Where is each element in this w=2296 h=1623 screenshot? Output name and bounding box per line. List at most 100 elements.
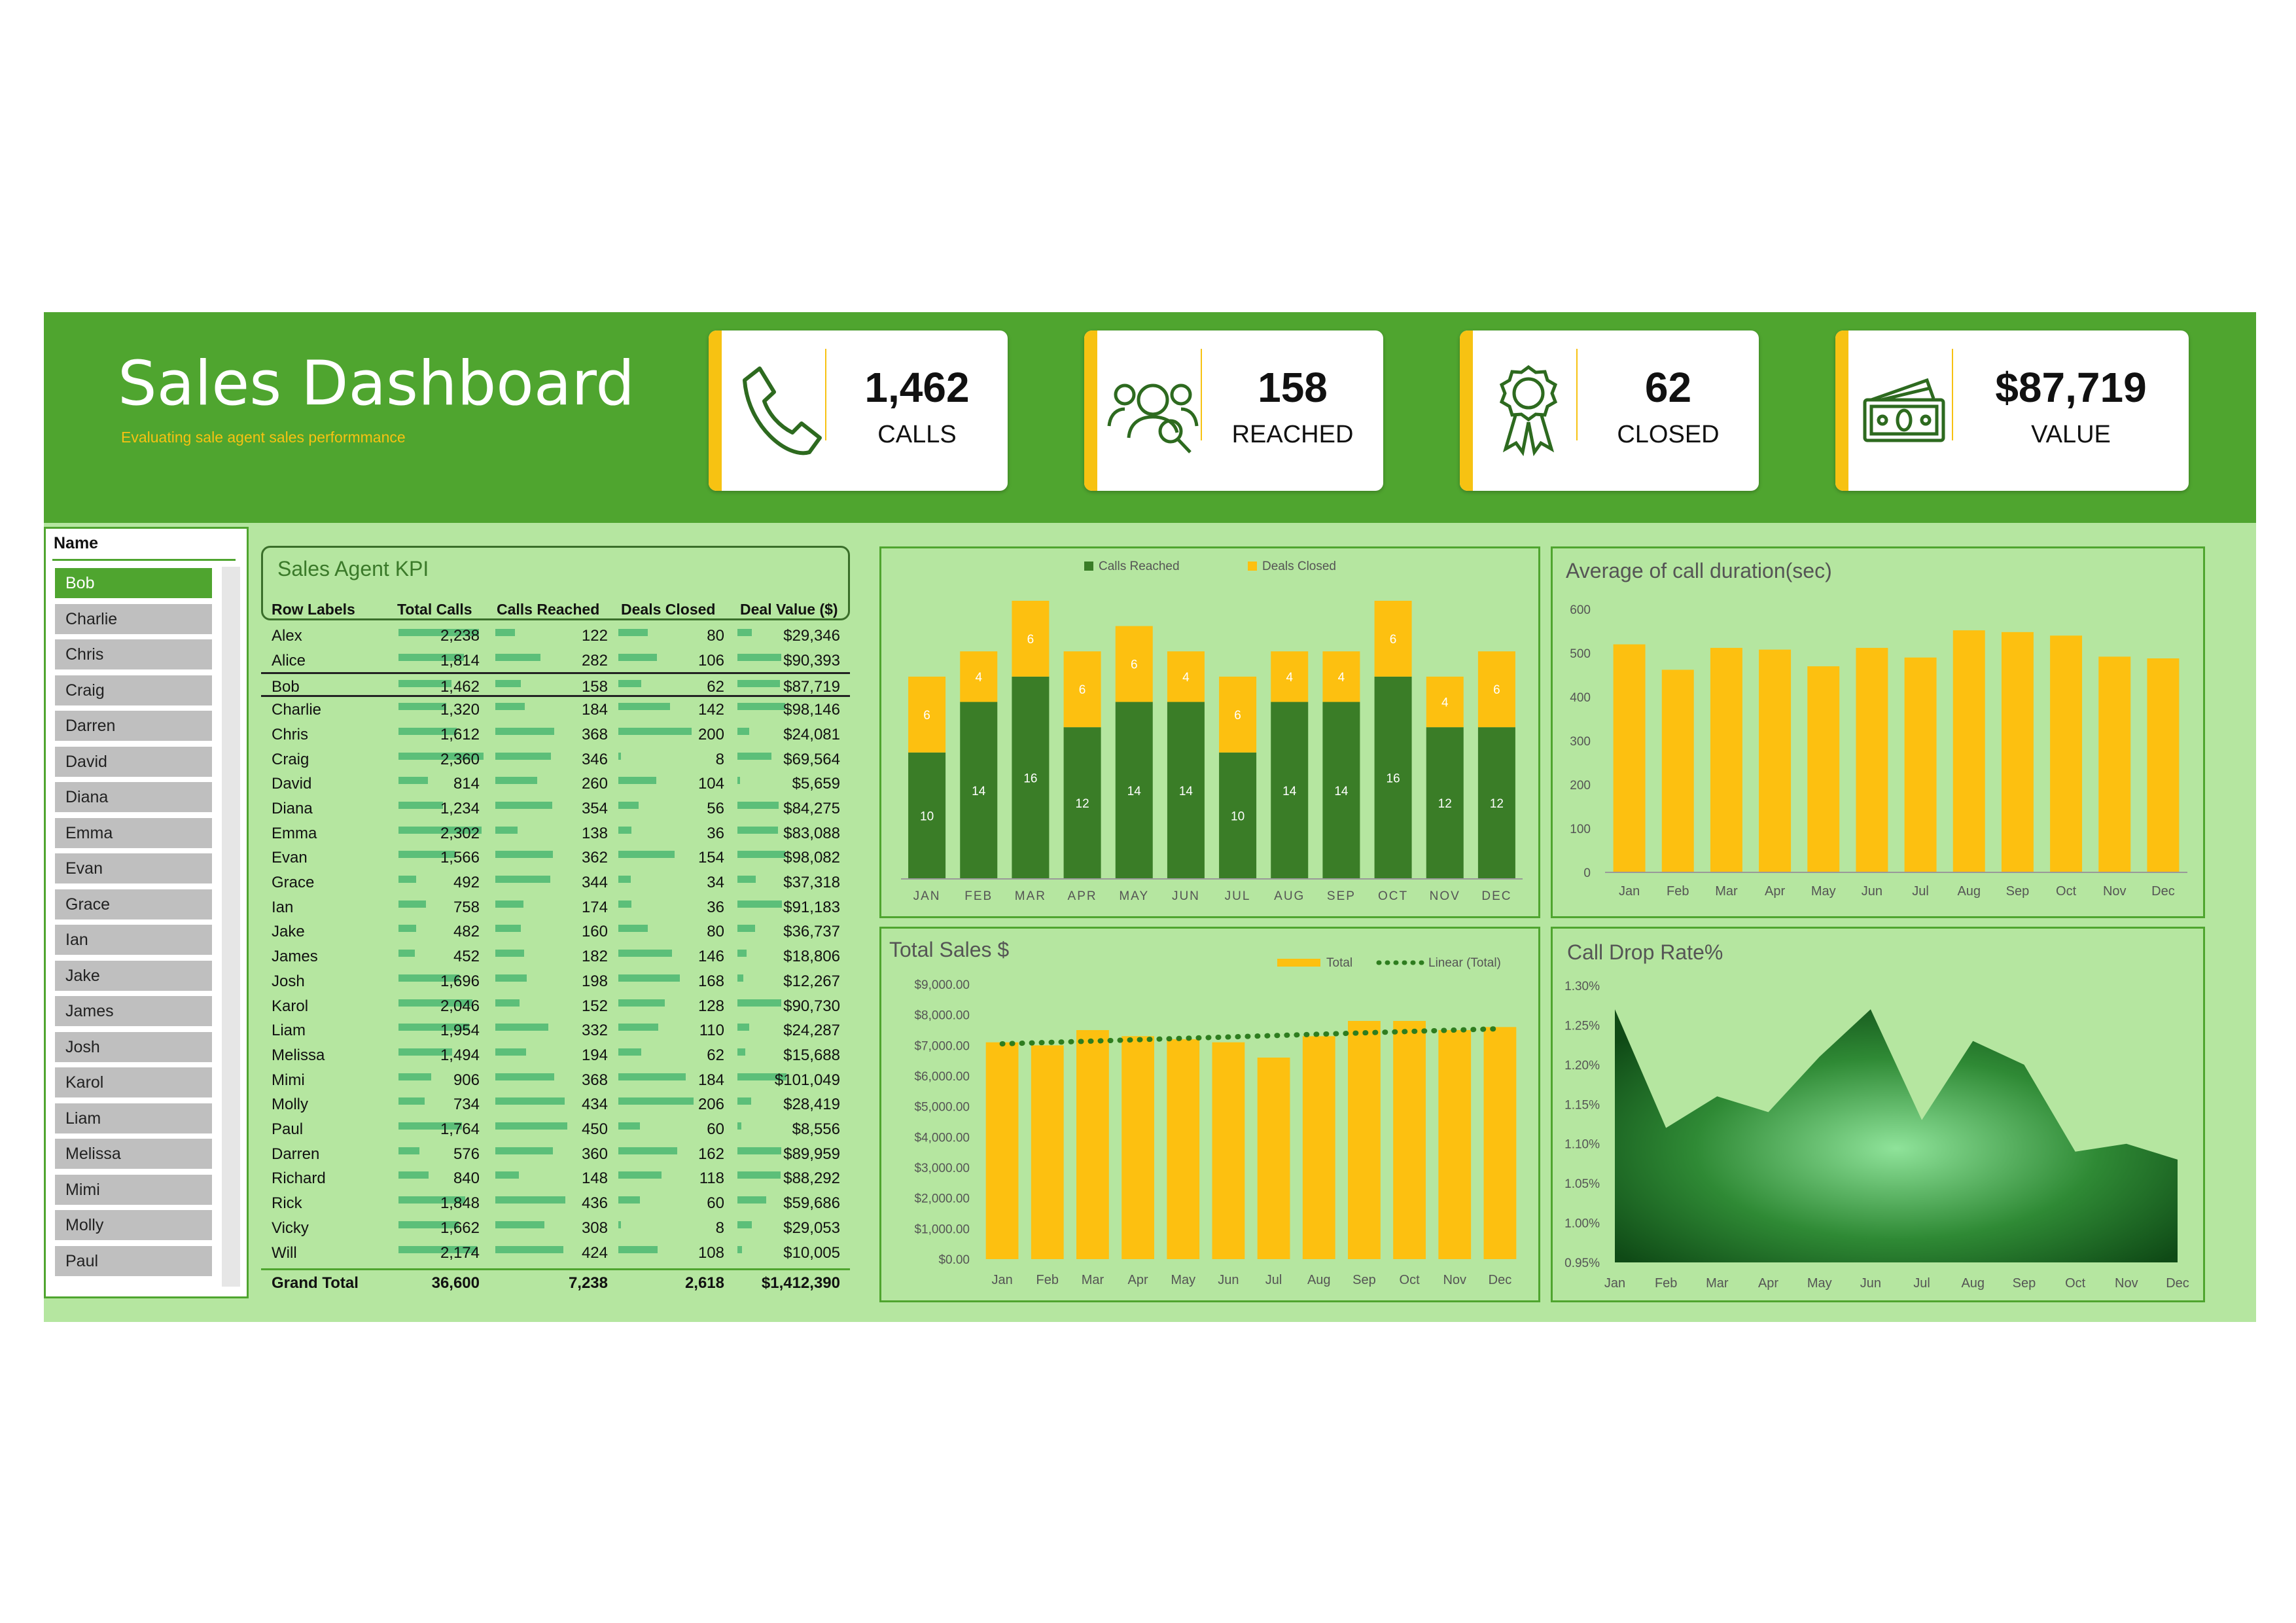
- bar: [1856, 647, 1888, 872]
- slicer-item[interactable]: Liam: [55, 1103, 212, 1133]
- slicer-item[interactable]: Molly: [55, 1210, 212, 1240]
- bar: [1031, 1045, 1064, 1259]
- data-bar: [495, 1171, 520, 1179]
- cell-value: 1,696: [440, 972, 480, 990]
- data-bar: [737, 900, 782, 908]
- bar: [2050, 635, 2083, 872]
- cell-value: 1,494: [440, 1046, 480, 1064]
- x-tick-label: Sep: [2006, 884, 2030, 899]
- slicer-item[interactable]: Craig: [55, 675, 212, 705]
- bar: [1257, 1058, 1290, 1259]
- data-bar: [618, 1196, 641, 1204]
- bar: [1302, 1036, 1335, 1259]
- y-tick-label: $3,000.00: [914, 1162, 970, 1175]
- data-bar: [398, 1171, 429, 1179]
- data-bar: [618, 801, 639, 809]
- column-header[interactable]: Row Labels: [272, 601, 355, 618]
- row-label: Josh: [272, 972, 305, 990]
- cell-value: 282: [581, 651, 608, 669]
- table-row: Mimi 906 368 184 $101,049: [261, 1067, 850, 1092]
- slicer-item[interactable]: David: [55, 746, 212, 777]
- data-bar: [495, 1024, 549, 1031]
- legend-swatch: [1248, 562, 1257, 571]
- cell-value: $29,346: [783, 627, 840, 645]
- data-bar: [737, 1245, 743, 1253]
- slicer-item[interactable]: Mimi: [55, 1174, 212, 1205]
- cell-value: 1,612: [440, 725, 480, 743]
- row-label: Chris: [272, 725, 309, 743]
- cell-value: $37,318: [783, 874, 840, 891]
- data-label: 14: [1127, 785, 1142, 798]
- slicer-item[interactable]: Diana: [55, 782, 212, 812]
- x-tick-label: Nov: [1443, 1273, 1466, 1287]
- slicer-scrollbar[interactable]: [222, 567, 240, 1287]
- cell-value: 106: [698, 651, 724, 669]
- y-tick-label: $1,000.00: [914, 1222, 970, 1236]
- x-tick-label: DEC: [1481, 889, 1511, 903]
- cell-value: 1,320: [440, 701, 480, 719]
- y-tick-label: 300: [1570, 735, 1591, 749]
- slicer-item[interactable]: Bob: [55, 568, 212, 598]
- header-banner: Sales Dashboard Evaluating sale agent sa…: [44, 312, 2256, 523]
- x-tick-label: Dec: [1489, 1273, 1512, 1287]
- bar: [1212, 1042, 1245, 1259]
- cell-value: $84,275: [783, 799, 840, 817]
- slicer-item[interactable]: Josh: [55, 1031, 212, 1062]
- slicer-item[interactable]: Melissa: [55, 1139, 212, 1169]
- slicer-item[interactable]: Paul: [55, 1245, 212, 1276]
- cell-value: $28,419: [783, 1096, 840, 1114]
- row-label: Jake: [272, 923, 305, 941]
- grand-total-row: Grand Total 36,600 7,238 2,618 $1,412,390: [261, 1268, 850, 1295]
- data-label: 4: [1286, 671, 1293, 685]
- data-bar: [618, 925, 648, 933]
- slicer-item[interactable]: Darren: [55, 711, 212, 741]
- slicer-item[interactable]: James: [55, 996, 212, 1026]
- slicer-item[interactable]: Ian: [55, 925, 212, 955]
- x-tick-label: AUG: [1274, 889, 1305, 903]
- y-tick-label: $0.00: [938, 1253, 970, 1267]
- legend-label: Linear (Total): [1428, 956, 1501, 970]
- data-label: 6: [1390, 633, 1397, 647]
- data-label: 10: [1231, 810, 1245, 823]
- data-bar: [495, 703, 525, 711]
- cell-value: 2,238: [440, 627, 480, 645]
- cell-value: 906: [453, 1071, 480, 1089]
- slicer-item[interactable]: Evan: [55, 853, 212, 883]
- table-row: Bob 1,462 158 62 $87,719: [261, 672, 850, 698]
- cell-value: 8: [715, 1219, 724, 1237]
- cell-value: 182: [581, 948, 608, 966]
- cell-value: $12,267: [783, 972, 840, 990]
- slicer-item[interactable]: Emma: [55, 817, 212, 848]
- cell-value: $89,959: [783, 1145, 840, 1163]
- kpi-label: REACHED: [1231, 421, 1354, 448]
- slicer-item[interactable]: Jake: [55, 960, 212, 991]
- cell-value: 492: [453, 874, 480, 891]
- x-tick-label: Dec: [2151, 884, 2175, 899]
- cell-value: 1,954: [440, 1022, 480, 1040]
- cell-value: 308: [581, 1219, 608, 1237]
- data-bar: [398, 900, 426, 908]
- cell-value: 1,662: [440, 1219, 480, 1237]
- y-tick-label: 1.00%: [1564, 1217, 1600, 1231]
- table-row: Liam 1,954 332 110 $24,287: [261, 1018, 850, 1043]
- slicer-item[interactable]: Chris: [55, 639, 212, 669]
- x-tick-label: Aug: [1961, 1276, 1985, 1291]
- bar: [1759, 649, 1792, 872]
- avg-call-duration-chart: Average of call duration(sec) 0 100 200 300…: [1551, 546, 2205, 918]
- slicer-item[interactable]: Charlie: [55, 603, 212, 634]
- row-label: Charlie: [272, 701, 322, 719]
- y-tick-label: 1.15%: [1564, 1098, 1600, 1112]
- slicer-item[interactable]: Karol: [55, 1067, 212, 1097]
- table-row: Craig 2,360 346 8 $69,564: [261, 747, 850, 772]
- data-bar: [737, 1171, 781, 1179]
- bar: [1710, 647, 1742, 872]
- slicer-item[interactable]: Grace: [55, 889, 212, 919]
- x-tick-label: Jan: [1604, 1276, 1625, 1291]
- cell-value: $101,049: [774, 1071, 840, 1089]
- data-bar: [618, 1122, 641, 1130]
- data-label: 14: [1334, 785, 1349, 798]
- y-tick-label: 600: [1570, 603, 1591, 617]
- bar: [1952, 630, 1985, 872]
- cell-value: 2,618: [684, 1274, 724, 1293]
- data-bar: [737, 1221, 752, 1228]
